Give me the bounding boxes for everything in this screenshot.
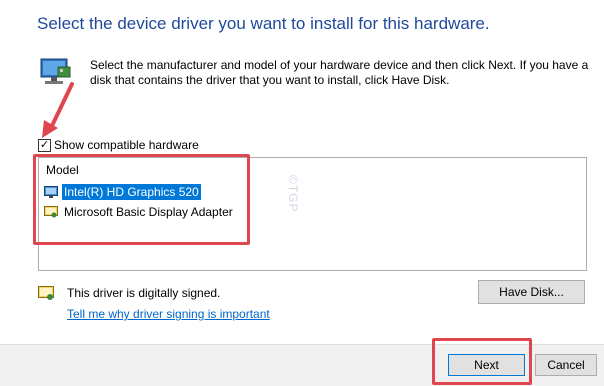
watermark-text: ©TGP xyxy=(286,175,300,213)
show-compatible-hardware-checkbox[interactable]: ✓ Show compatible hardware xyxy=(38,138,199,152)
annotation-box-model-list xyxy=(33,154,250,245)
checkbox-box[interactable]: ✓ xyxy=(38,138,51,152)
certificate-icon xyxy=(38,286,54,300)
annotation-box-next xyxy=(432,338,532,385)
checkbox-label: Show compatible hardware xyxy=(54,138,199,152)
have-disk-button[interactable]: Have Disk... xyxy=(478,280,585,304)
annotation-arrow xyxy=(42,82,74,138)
dialog-description: Select the manufacturer and model of you… xyxy=(90,58,589,87)
dialog-heading: Select the device driver you want to ins… xyxy=(37,14,490,33)
driver-signing-link[interactable]: Tell me why driver signing is important xyxy=(67,307,270,321)
driver-signed-status: This driver is digitally signed. xyxy=(67,286,221,300)
cancel-button[interactable]: Cancel xyxy=(535,354,597,376)
